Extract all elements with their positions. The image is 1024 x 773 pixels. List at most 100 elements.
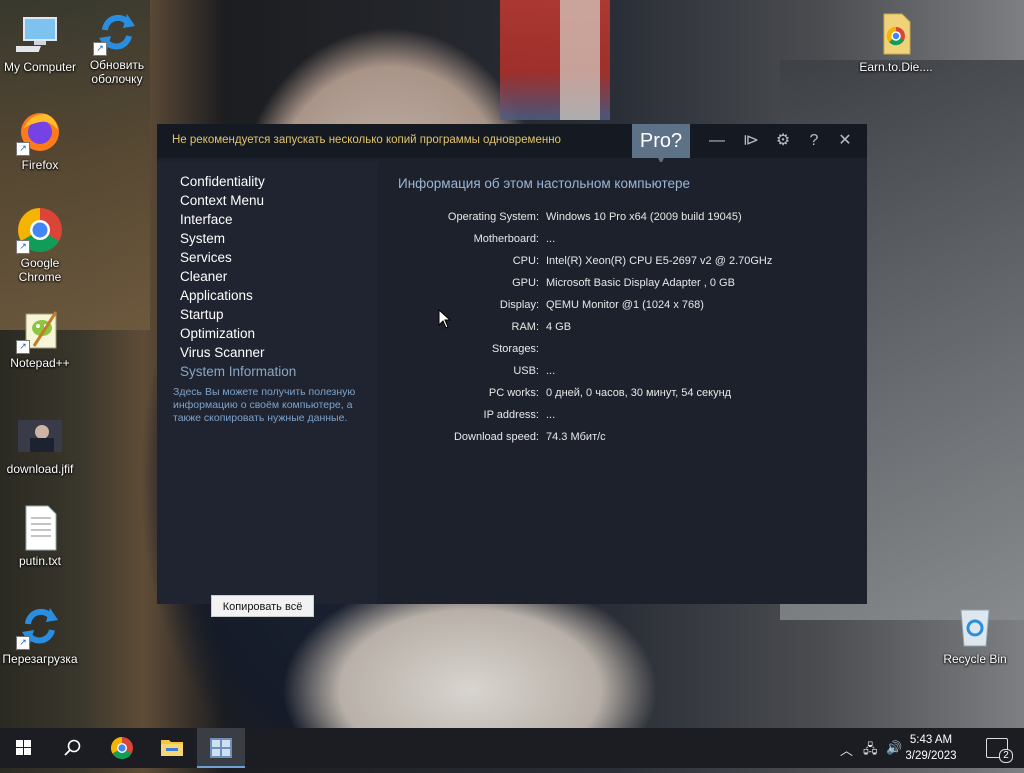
sidebar-item-system-information[interactable]: System Information bbox=[180, 362, 296, 381]
desktop-icon-putin-txt[interactable]: putin.txt bbox=[0, 504, 80, 568]
pin-button[interactable]: ⧐ bbox=[739, 130, 763, 152]
desktop-icon-notepadpp[interactable]: ↗ Notepad++ bbox=[0, 306, 80, 370]
sidebar-item-applications[interactable]: Applications bbox=[180, 286, 296, 305]
pro-badge[interactable]: Pro? bbox=[632, 124, 690, 164]
desktop-icon-recycle-bin[interactable]: Recycle Bin bbox=[935, 602, 1015, 666]
computer-icon bbox=[10, 10, 64, 58]
panel-title: Информация об этом настольном компьютере bbox=[398, 176, 690, 191]
title-bar[interactable]: Не рекомендуется запускать несколько коп… bbox=[157, 124, 867, 164]
desktop-icon-label: My Computer bbox=[3, 60, 77, 74]
start-icon bbox=[16, 740, 31, 755]
sidebar-item-cleaner[interactable]: Cleaner bbox=[180, 267, 296, 286]
close-button[interactable]: ✕ bbox=[833, 130, 857, 152]
sidebar-item-system[interactable]: System bbox=[180, 229, 296, 248]
info-value: 74.3 Мбит/с bbox=[546, 431, 606, 443]
desktop-icon-download-jfif[interactable]: download.jfif bbox=[0, 412, 80, 476]
desktop-icon-label: Перезагрузка bbox=[2, 652, 78, 666]
notification-count: 2 bbox=[999, 749, 1013, 763]
desktop-icon-my-computer[interactable]: My Computer bbox=[0, 10, 80, 74]
info-value[interactable]: ... bbox=[546, 365, 555, 377]
info-value[interactable]: ... bbox=[546, 233, 555, 245]
info-key: IP address: bbox=[483, 409, 539, 421]
mouse-cursor-icon bbox=[438, 308, 452, 334]
desktop-icon-earn-to-die[interactable]: Earn.to.Die.... bbox=[856, 10, 936, 74]
desktop-icon-label: Earn.to.Die.... bbox=[859, 60, 933, 74]
network-icon[interactable]: 🖧 bbox=[863, 740, 878, 762]
start-button[interactable] bbox=[0, 728, 48, 768]
desktop-icon-firefox[interactable]: ↗ Firefox bbox=[0, 108, 80, 172]
refresh-icon: ↗ bbox=[16, 602, 64, 650]
desktop-icon-refresh-shell[interactable]: ↗ Обновить оболочку bbox=[77, 8, 157, 86]
info-row-uptime: PC works: 0 дней, 0 часов, 30 минут, 54 с… bbox=[377, 385, 867, 407]
desktop-icon-label: Google Chrome bbox=[18, 256, 62, 284]
sidebar-item-startup[interactable]: Startup bbox=[180, 305, 296, 324]
info-row-gpu: GPU: Microsoft Basic Display Adapter , 0 … bbox=[377, 275, 867, 297]
info-value: QEMU Monitor @1 (1024 x 768) bbox=[546, 299, 704, 311]
system-clock[interactable]: 5:43 AM 3/29/2023 bbox=[896, 732, 966, 764]
info-row-motherboard: Motherboard:... bbox=[377, 231, 867, 253]
taskbar-file-explorer[interactable] bbox=[148, 728, 196, 768]
shortcut-arrow-icon: ↗ bbox=[16, 340, 30, 354]
system-info-window: Не рекомендуется запускать несколько коп… bbox=[157, 124, 867, 617]
recycle-bin-icon bbox=[951, 602, 999, 650]
help-button[interactable]: ? bbox=[802, 130, 826, 152]
info-value: Microsoft Basic Display Adapter , 0 GB bbox=[546, 277, 735, 289]
info-key: PC works: bbox=[488, 387, 539, 399]
info-value: Intel(R) Xeon(R) CPU E5-2697 v2 @ 2.70GH… bbox=[546, 255, 773, 267]
sidebar-item-context-menu[interactable]: Context Menu bbox=[180, 191, 296, 210]
clock-date: 3/29/2023 bbox=[905, 750, 957, 762]
desktop-icon-reboot[interactable]: ↗ Перезагрузка bbox=[0, 602, 80, 666]
sidebar: Confidentiality Context Menu Interface S… bbox=[157, 162, 377, 617]
info-row-download-speed: Download speed: 74.3 Мбит/с bbox=[377, 429, 867, 451]
taskbar: ︿ 🖧 🔊 5:43 AM 3/29/2023 2 bbox=[0, 728, 1024, 768]
sidebar-item-confidentiality[interactable]: Confidentiality bbox=[180, 172, 296, 191]
sidebar-item-interface[interactable]: Interface bbox=[180, 210, 296, 229]
minimize-button[interactable]: — bbox=[705, 130, 729, 152]
info-row-cpu: CPU: Intel(R) Xeon(R) CPU E5-2697 v2 @ 2.… bbox=[377, 253, 867, 275]
notification-center-icon[interactable]: 2 bbox=[986, 738, 1013, 763]
info-panel: Информация об этом настольном компьютере… bbox=[377, 162, 867, 604]
copy-all-button[interactable]: Копировать всё bbox=[211, 595, 314, 617]
desktop-icon-label: Recycle Bin bbox=[943, 652, 1007, 666]
image-file-icon bbox=[16, 412, 64, 460]
taskbar-chrome[interactable] bbox=[98, 728, 146, 768]
chevron-up-icon[interactable]: ︿ bbox=[840, 740, 853, 759]
taskbar-active-app[interactable] bbox=[197, 728, 245, 768]
info-value: 4 GB bbox=[546, 321, 572, 333]
desktop-icon-chrome[interactable]: ↗ Google Chrome bbox=[0, 206, 80, 284]
info-value: 0 дней, 0 часов, 30 минут, 54 секунд bbox=[546, 387, 732, 399]
settings-button[interactable]: ⚙ bbox=[771, 130, 795, 152]
sidebar-item-virus-scanner[interactable]: Virus Scanner bbox=[180, 343, 296, 362]
desktop-icon-label: download.jfif bbox=[6, 462, 74, 476]
info-value: Windows 10 Pro x64 (2009 build 19045) bbox=[546, 211, 742, 223]
wallpaper-flag-stripe bbox=[560, 0, 600, 120]
info-row-usb: USB:... bbox=[377, 363, 867, 385]
firefox-icon: ↗ bbox=[16, 108, 64, 156]
shortcut-arrow-icon: ↗ bbox=[93, 42, 107, 56]
chrome-icon bbox=[111, 737, 133, 759]
desktop-icon-label: Обновить оболочку bbox=[89, 58, 145, 86]
shortcut-arrow-icon: ↗ bbox=[16, 240, 30, 254]
multiple-copies-warning: Не рекомендуется запускать несколько коп… bbox=[172, 134, 561, 146]
sidebar-item-services[interactable]: Services bbox=[180, 248, 296, 267]
desktop-icon-label: Notepad++ bbox=[10, 356, 70, 370]
sidebar-item-optimization[interactable]: Optimization bbox=[180, 324, 296, 343]
notepadpp-icon: ↗ bbox=[16, 306, 64, 354]
search-icon bbox=[64, 739, 81, 756]
info-row-os: Operating System: Windows 10 Pro x64 (200… bbox=[377, 209, 867, 231]
file-explorer-icon bbox=[161, 740, 183, 756]
shortcut-arrow-icon: ↗ bbox=[16, 636, 30, 650]
info-key: GPU: bbox=[512, 277, 539, 289]
refresh-icon: ↗ bbox=[93, 8, 141, 56]
chrome-file-icon bbox=[872, 10, 920, 58]
sidebar-menu: Confidentiality Context Menu Interface S… bbox=[180, 172, 296, 381]
info-key: USB: bbox=[513, 365, 539, 377]
info-key: CPU: bbox=[512, 255, 539, 267]
section-description: Здесь Вы можете получить полезную информ… bbox=[173, 386, 356, 424]
desktop-icon-label: Firefox bbox=[21, 158, 59, 172]
chrome-icon: ↗ bbox=[16, 206, 64, 254]
text-file-icon bbox=[16, 504, 64, 552]
search-button[interactable] bbox=[48, 728, 96, 768]
info-key: Motherboard: bbox=[473, 233, 539, 245]
info-value[interactable]: ... bbox=[546, 409, 555, 421]
